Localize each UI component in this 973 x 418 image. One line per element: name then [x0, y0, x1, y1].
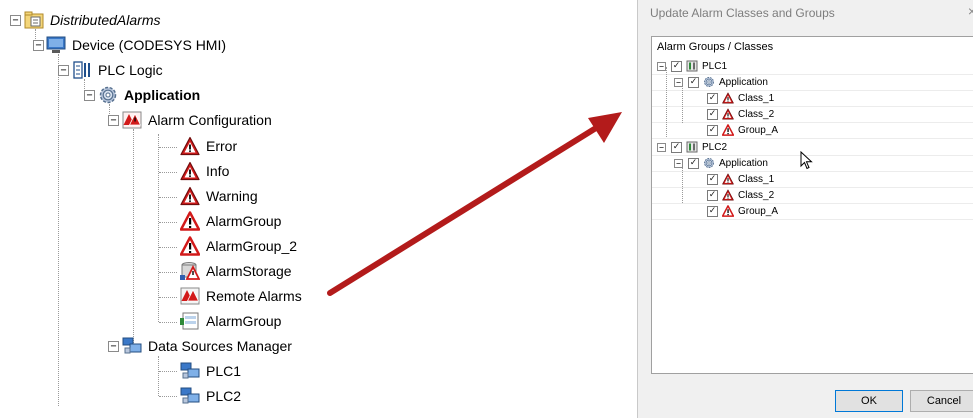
plc2-label: PLC2	[702, 141, 728, 153]
close-icon[interactable]: ×	[968, 3, 973, 19]
group-a-label: Group_A	[738, 205, 779, 217]
plc2-class-1[interactable]: ✓ Class_1	[707, 171, 774, 187]
plc1-class-1[interactable]: ✓ Class_1	[707, 90, 774, 106]
alarm-class-icon	[722, 108, 734, 120]
tree-connector	[682, 85, 683, 123]
class-2-checkbox[interactable]: ✓	[707, 108, 718, 120]
ok-button[interactable]: OK	[835, 390, 903, 412]
plc1-node[interactable]: ✓ PLC1	[671, 58, 727, 74]
class-2-label: Class_2	[738, 108, 775, 120]
update-alarm-dialog: Update Alarm Classes and Groups × Alarm …	[637, 0, 973, 418]
alarm-class-icon	[722, 173, 734, 185]
table-row	[652, 90, 973, 107]
plc-icon	[686, 60, 698, 72]
application-checkbox[interactable]: ✓	[688, 157, 699, 169]
class-2-checkbox[interactable]: ✓	[707, 189, 718, 201]
alarm-class-icon	[722, 189, 734, 201]
group-a-checkbox[interactable]: ✓	[707, 205, 718, 217]
class-1-checkbox[interactable]: ✓	[707, 92, 718, 104]
plc2-application-node[interactable]: ✓ Application	[688, 155, 768, 171]
plc1-label: PLC1	[702, 60, 728, 72]
arrow-shaft	[327, 125, 599, 296]
table-row	[652, 203, 973, 220]
table-row	[652, 106, 973, 123]
plc2-checkbox[interactable]: ✓	[671, 141, 682, 153]
plc2-class-2[interactable]: ✓ Class_2	[707, 187, 774, 203]
table-row	[652, 171, 973, 188]
tree-connector	[666, 67, 667, 137]
collapse-toggle[interactable]: −	[657, 143, 666, 152]
plc2-group-a[interactable]: ✓ Group_A	[707, 203, 778, 219]
cancel-button[interactable]: Cancel	[910, 390, 973, 412]
mouse-pointer-icon	[800, 151, 813, 170]
plc1-group-a[interactable]: ✓ Group_A	[707, 122, 778, 138]
collapse-toggle[interactable]: −	[657, 62, 666, 71]
class-1-checkbox[interactable]: ✓	[707, 173, 718, 185]
plc1-application-node[interactable]: ✓ Application	[688, 74, 768, 90]
class-1-label: Class_1	[738, 173, 775, 185]
class-2-label: Class_2	[738, 189, 775, 201]
table-row	[652, 122, 973, 139]
plc1-class-2[interactable]: ✓ Class_2	[707, 106, 774, 122]
alarm-group-icon	[722, 205, 734, 217]
application-label: Application	[719, 157, 768, 169]
application-checkbox[interactable]: ✓	[688, 76, 699, 88]
column-header: Alarm Groups / Classes	[657, 41, 774, 53]
collapse-toggle[interactable]: −	[674, 78, 683, 87]
group-a-checkbox[interactable]: ✓	[707, 124, 718, 136]
group-a-label: Group_A	[738, 124, 779, 136]
dialog-title: Update Alarm Classes and Groups	[650, 6, 835, 20]
gear-icon	[703, 157, 715, 169]
table-row	[652, 187, 973, 204]
alarm-class-icon	[722, 92, 734, 104]
plc1-checkbox[interactable]: ✓	[671, 60, 682, 72]
class-1-label: Class_1	[738, 92, 775, 104]
alarm-groups-tree: Alarm Groups / Classes − ✓ PLC1 − ✓ Appl…	[651, 36, 973, 374]
application-label: Application	[719, 76, 768, 88]
collapse-toggle[interactable]: −	[674, 159, 683, 168]
tree-connector	[682, 165, 683, 203]
gear-icon	[703, 76, 715, 88]
alarm-group-icon	[722, 124, 734, 136]
plc-icon	[686, 141, 698, 153]
plc2-node[interactable]: ✓ PLC2	[671, 139, 727, 155]
